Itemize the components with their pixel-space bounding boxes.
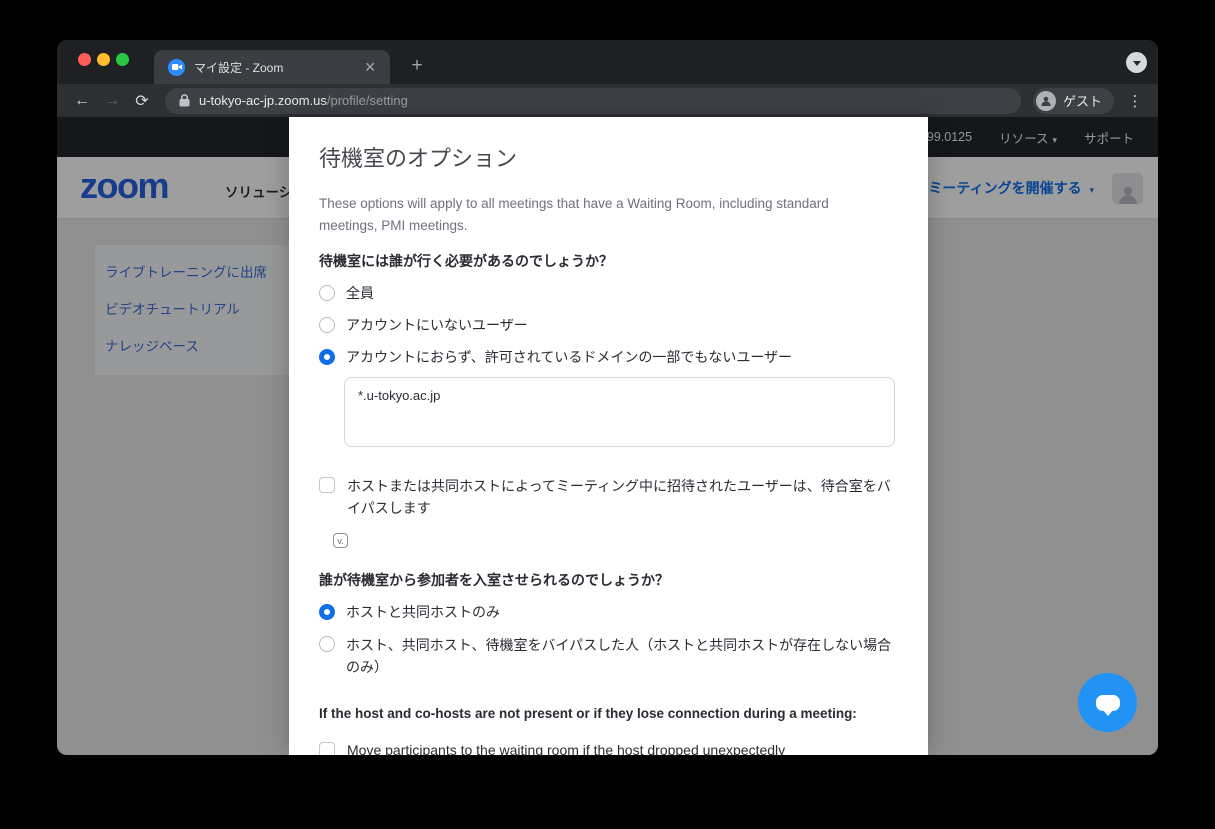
- url-domain: u-tokyo-ac-jp.zoom.us: [199, 93, 327, 108]
- radio-row-host-cohosts-bypassers[interactable]: ホスト、共同ホスト、待機室をバイパスした人（ホストと共同ホストが存在しない場合の…: [319, 634, 895, 678]
- browser-toolbar: ← → ⟳ u-tokyo-ac-jp.zoom.us/profile/sett…: [57, 84, 1158, 117]
- maximize-window-button[interactable]: [116, 53, 129, 66]
- forward-button[interactable]: →: [97, 88, 127, 114]
- radio-users-not-in-allowed-domains[interactable]: [319, 349, 335, 365]
- url-path: /profile/setting: [327, 93, 408, 108]
- bypass-checkbox-row[interactable]: ホストまたは共同ホストによってミーティング中に招待されたユーザーは、待合室をバイ…: [319, 475, 895, 519]
- close-window-button[interactable]: [78, 53, 91, 66]
- question-who-admits-participants: 誰が待機室から参加者を入室させられるのでしょうか？: [319, 570, 895, 590]
- chevron-down-icon: [1133, 61, 1141, 66]
- move-participants-checkbox-row[interactable]: Move participants to the waiting room if…: [319, 740, 895, 755]
- v-badge-icon: v.: [333, 533, 348, 548]
- radio-row-host-cohosts-only[interactable]: ホストと共同ホストのみ: [319, 602, 895, 622]
- tab-search-button[interactable]: [1126, 52, 1147, 73]
- radio-label: アカウントにおらず、許可されているドメインの一部でもないユーザー: [346, 347, 792, 367]
- radio-host-cohosts-bypassers[interactable]: [319, 636, 335, 652]
- address-bar[interactable]: u-tokyo-ac-jp.zoom.us/profile/setting: [165, 88, 1021, 114]
- radio-users-not-in-account[interactable]: [319, 317, 335, 333]
- browser-menu-button[interactable]: ⋮: [1122, 88, 1148, 114]
- browser-window: マイ設定 - Zoom ✕ + ← → ⟳ u-tokyo-ac-jp.zoom…: [57, 40, 1158, 755]
- radio-label: ホストと共同ホストのみ: [346, 602, 500, 622]
- bypass-checkbox[interactable]: [319, 477, 335, 493]
- question-host-not-present: If the host and co-hosts are not present…: [319, 704, 895, 724]
- reload-button[interactable]: ⟳: [127, 88, 157, 114]
- radio-row-users-not-in-account[interactable]: アカウントにいないユーザー: [319, 315, 895, 335]
- question-who-goes-to-waiting-room: 待機室には誰が行く必要があるのでしょうか？: [319, 251, 895, 271]
- minimize-window-button[interactable]: [97, 53, 110, 66]
- browser-tab[interactable]: マイ設定 - Zoom ✕: [154, 50, 390, 84]
- chat-launcher-button[interactable]: [1078, 673, 1137, 732]
- tab-strip: マイ設定 - Zoom ✕ +: [57, 40, 1158, 84]
- modal-title: 待機室のオプション: [319, 144, 895, 174]
- new-tab-button[interactable]: +: [403, 52, 431, 80]
- allowed-domains-input[interactable]: *.u-tokyo.ac.jp: [344, 377, 895, 447]
- radio-host-cohosts-only[interactable]: [319, 604, 335, 620]
- radio-label: 全員: [346, 283, 374, 303]
- zoom-favicon-icon: [168, 59, 185, 76]
- chat-bubble-icon: [1096, 695, 1120, 711]
- guest-avatar-icon: [1036, 91, 1056, 111]
- radio-label: アカウントにいないユーザー: [346, 315, 528, 335]
- tab-title: マイ設定 - Zoom: [194, 59, 360, 76]
- close-tab-icon[interactable]: ✕: [360, 58, 380, 76]
- checkbox-label: ホストまたは共同ホストによってミーティング中に招待されたユーザーは、待合室をバイ…: [347, 475, 893, 519]
- url-text: u-tokyo-ac-jp.zoom.us/profile/setting: [199, 93, 408, 108]
- radio-everyone[interactable]: [319, 285, 335, 301]
- radio-row-users-not-in-allowed-domains[interactable]: アカウントにおらず、許可されているドメインの一部でもないユーザー: [319, 347, 895, 367]
- radio-row-everyone[interactable]: 全員: [319, 283, 895, 303]
- radio-label: ホスト、共同ホスト、待機室をバイパスした人（ホストと共同ホストが存在しない場合の…: [346, 634, 892, 678]
- move-participants-checkbox[interactable]: [319, 742, 335, 755]
- profile-button[interactable]: ゲスト: [1033, 88, 1114, 114]
- checkbox-label: Move participants to the waiting room if…: [347, 740, 785, 755]
- page-content: 88.799.0125 リソース▾ サポート zoom ソリューション ミーティ…: [57, 117, 1158, 755]
- lock-icon: [179, 94, 190, 107]
- guest-label: ゲスト: [1063, 91, 1102, 110]
- back-button[interactable]: ←: [67, 88, 97, 114]
- waiting-room-options-modal: 待機室のオプション These options will apply to al…: [289, 117, 928, 755]
- modal-description: These options will apply to all meetings…: [319, 193, 847, 237]
